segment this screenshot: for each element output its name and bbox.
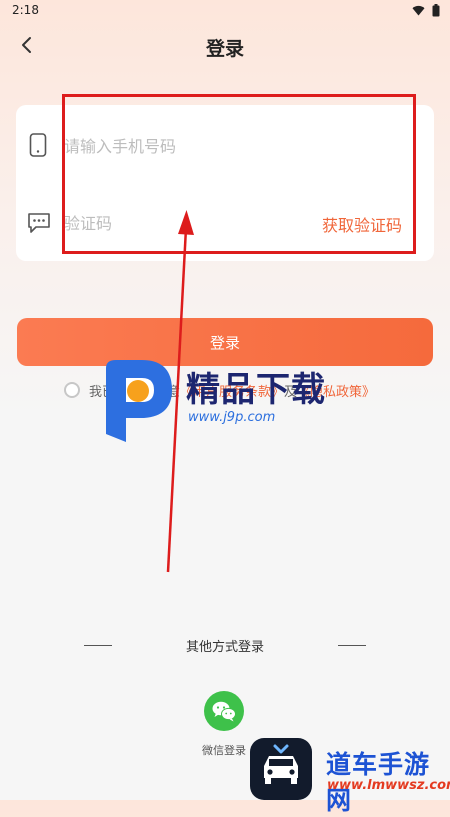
other-login-divider: 其他方式登录	[0, 634, 450, 658]
wifi-icon	[412, 5, 425, 16]
status-icons	[412, 4, 440, 17]
watermark-logo: 精品下载 www.j9p.com	[100, 358, 360, 444]
watermark-url: www.j9p.com	[188, 410, 276, 425]
nav-bar: 登录	[0, 22, 450, 70]
status-time: 2:18	[12, 3, 39, 17]
battery-icon	[432, 4, 440, 17]
annotation-highlight-box	[62, 94, 416, 254]
status-bar: 2:18	[0, 0, 450, 22]
corner-watermark-logo	[250, 738, 312, 800]
watermark-p-icon	[106, 360, 172, 442]
message-icon	[28, 213, 50, 233]
page-title: 登录	[205, 38, 244, 60]
watermark-brand: 精品下载	[186, 370, 326, 410]
other-login-title: 其他方式登录	[185, 640, 264, 655]
agreement-checkbox[interactable]	[64, 382, 80, 398]
wechat-login-button[interactable]	[204, 691, 244, 731]
wechat-icon	[212, 701, 236, 722]
car-icon	[264, 744, 298, 784]
divider-line-right	[338, 645, 366, 646]
corner-watermark-url: www.lmwwsz.com	[327, 778, 450, 793]
phone-icon	[29, 133, 47, 157]
wechat-login-label: 微信登录	[202, 744, 246, 757]
